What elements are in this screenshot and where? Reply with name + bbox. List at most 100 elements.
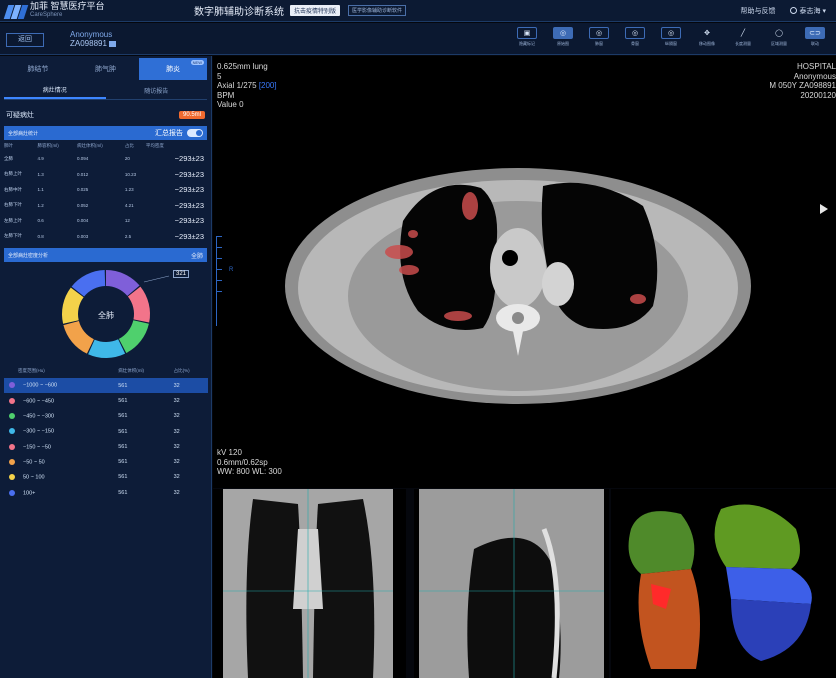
overlay-text: WW: 800 WL: 300 [217,467,282,476]
tab-emphysema[interactable]: 肺气肿 [72,58,140,80]
table-cell: 左肺上叶 [4,217,22,223]
overlay-text: 5 [217,71,222,81]
density-row[interactable]: −50 ~ 50 561 32 [4,454,208,469]
mean-density-cell: −293±23 [174,169,204,179]
tab-pneumonia[interactable]: 肺炎 NEW [139,58,208,80]
axial-viewport[interactable]: 0.625mm lung 5 Axial 1/275 [200] BPM Val… [213,56,836,488]
percentage: 32 [173,489,180,496]
move-icon: ✥ [704,30,710,37]
percentage: 32 [173,397,180,404]
table-row[interactable]: 全肺 4.9 0.094 20 −293±23 [4,151,208,167]
overlay-text: 0.625mm lung [217,62,268,71]
legend-dot [9,458,15,465]
lung-icon: ◎ [553,27,573,39]
legend-dot [9,443,15,450]
tab-nodule[interactable]: 肺结节 [4,58,72,80]
donut-segment[interactable] [118,320,149,354]
link-button[interactable]: ⊂⊃ 联动 [800,27,830,47]
density-row[interactable]: 50 ~ 100 561 32 [4,470,208,485]
help-link[interactable]: 帮助与反馈 [741,6,776,16]
mediastinal-window-button[interactable]: ◎ 纵隔窗 [656,27,686,47]
trachea [502,250,518,266]
lesion-volume: 561 [118,378,174,394]
summary-toggle[interactable] [187,129,203,137]
lesion-volume: 561 [118,413,128,420]
hide-marks-button[interactable]: ▣ 隐藏标记 [512,27,542,47]
table-cell: 4.9 [37,156,44,162]
brand-name: 加菲 智慧医疗平台 [30,0,105,11]
density-row[interactable]: 100+ 561 32 [4,485,208,500]
legend-dot [9,397,15,404]
back-button[interactable]: 返回 [6,33,44,47]
viewer-info-top-right: HOSPITAL Anonymous M 050Y ZA098891 20200… [769,62,836,100]
table-cell: 右肺下叶 [4,202,22,208]
donut-segment[interactable] [88,339,126,358]
table-cell: 0.012 [77,171,89,177]
suspected-volume-badge: 90.5ml [178,111,205,119]
table-cell: 左肺下叶 [4,233,22,239]
tab-label: 肺炎 [166,66,181,73]
table-cell: 1.3 [37,171,44,177]
table-cell: 右肺上叶 [4,171,22,177]
user-menu[interactable]: 泰志海 ▾ [789,6,826,16]
donut-segment[interactable] [63,321,94,354]
overlay-text: kV 120 [217,448,242,457]
mean-density-cell: −293±23 [174,200,204,210]
table-cell: 0.004 [77,218,89,224]
percentage: 32 [173,378,208,394]
section-title: 全部病灶密度分析 [8,252,49,259]
subtab-followup[interactable]: 随访报告 [106,82,208,99]
3d-lobe-viewport[interactable] [611,489,836,678]
density-range: −1000 ~ −600 [23,382,58,389]
table-row[interactable]: 左肺下叶 0.8 0.003 2.5 −293±23 [4,229,208,245]
density-section-header: 全部病灶密度分析 全肺 [4,248,207,262]
density-row[interactable]: −600 ~ −450 561 32 [4,393,208,408]
table-cell: 1.2 [37,202,44,208]
original-view-button[interactable]: ◎ 原始图 [548,27,578,47]
table-cell: 1.23 [124,187,134,193]
chevron-down-icon: ▾ [820,7,826,15]
table-row[interactable]: 右肺上叶 1.3 0.012 10.23 −293±23 [4,167,208,183]
table-row[interactable]: 右肺下叶 1.2 0.052 4.21 −293±23 [4,198,208,214]
lesion-volume: 561 [118,443,128,450]
table-cell: 2.5 [124,233,132,239]
coronal-viewport[interactable] [213,489,406,678]
density-scope[interactable]: 全肺 [191,251,203,260]
sagittal-viewport[interactable] [414,489,609,678]
overlay-text: 0.6mm/0.62sp [217,457,268,467]
orientation-label: R [229,267,234,273]
density-row[interactable]: −300 ~ −150 561 32 [4,424,208,439]
area-measure-button[interactable]: ◯ 区域测量 [764,27,794,47]
column-header: 占比 [124,142,134,148]
length-measure-button[interactable]: ╱ 长度测量 [728,27,758,47]
density-row[interactable]: −150 ~ −50 561 32 [4,439,208,454]
table-row[interactable]: 右肺中叶 1.1 0.025 1.23 −293±23 [4,182,208,198]
lesion-overlay [444,311,472,321]
table-cell: 10.23 [124,171,137,177]
percentage: 32 [173,428,180,435]
density-row[interactable]: −450 ~ −300 561 32 [4,409,208,424]
user-name: 泰志海 [799,7,821,15]
density-row[interactable]: −1000 ~ −600 561 32 [4,378,208,394]
pan-button[interactable]: ✥ 移动图像 [692,27,722,47]
lesion-volume: 561 [118,474,128,481]
lung-lobe-3d-render [628,504,812,669]
edition-tag: 抗击疫情特别版 [290,5,341,16]
lung-window-button[interactable]: ◎ 肺窗 [584,27,614,47]
mean-density-cell: −293±23 [174,154,204,164]
table-row[interactable]: 左肺上叶 0.6 0.004 12 −293±23 [4,213,208,229]
legend-dot [9,428,15,435]
mediastinum [490,228,546,308]
table-cell: 1.1 [37,187,44,193]
subtab-lesions[interactable]: 病灶情况 [4,82,106,99]
table-cell: 全肺 [4,155,13,161]
bone-window-button[interactable]: ◎ 骨窗 [620,27,650,47]
slice-selected: [200] [258,81,277,90]
overlay-text: Axial 1/275 [217,81,259,90]
legend-dot [9,489,15,496]
section-title: 全部病灶统计 [8,130,39,137]
column-header: 肺容积(ml) [37,142,59,148]
column-header: 密度范围(Hu) [18,368,45,373]
patient-id: ZA098891 [70,39,107,48]
lesion-volume: 561 [118,397,128,404]
